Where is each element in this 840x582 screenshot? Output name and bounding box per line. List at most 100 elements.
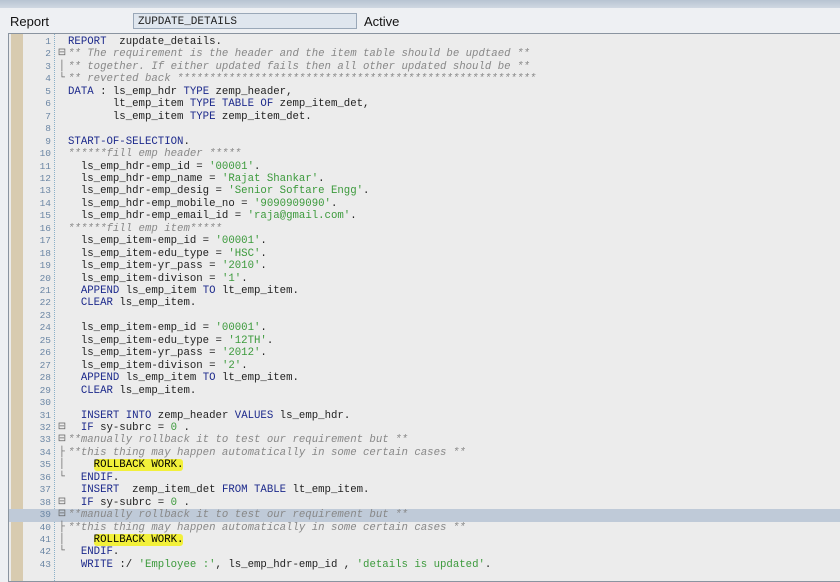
code-line[interactable]: 7 ls_emp_item TYPE zemp_item_det. xyxy=(9,111,840,123)
code-line[interactable]: 16 ******fill emp item***** xyxy=(9,223,840,235)
code-text: ls_emp_item-yr_pass = '2010'. xyxy=(68,260,267,272)
code-line[interactable]: 37 INSERT zemp_item_det FROM TABLE lt_em… xyxy=(9,484,840,496)
code-token: : ls_emp_hdr xyxy=(93,85,184,98)
line-number: 13 xyxy=(39,185,51,197)
fold-guide-icon: └ xyxy=(58,73,65,85)
code-token: ls_emp_item-edu_type = xyxy=(68,247,229,260)
code-text: ******fill emp header ***** xyxy=(68,148,241,160)
code-line[interactable]: 9 START-OF-SELECTION. xyxy=(9,136,840,148)
code-line[interactable]: 33 ⊟ **manually rollback it to test our re… xyxy=(9,434,840,446)
code-line[interactable]: 27 ls_emp_item-divison = '2'. xyxy=(9,360,840,372)
code-line[interactable]: 41 │ ROLLBACK WORK. xyxy=(9,534,840,546)
line-number: 31 xyxy=(39,409,51,421)
keyword: CLEAR xyxy=(80,297,113,310)
line-number: 8 xyxy=(45,123,51,135)
code-line[interactable]: 17 ls_emp_item-emp_id = '00001'. xyxy=(9,235,840,247)
code-line[interactable]: 10 ******fill emp header ***** xyxy=(9,148,840,160)
code-text: ENDIF. xyxy=(68,546,120,559)
line-number: 22 xyxy=(39,297,51,309)
code-line[interactable]: 3 │ ** together. If either updated fails t… xyxy=(9,61,840,73)
code-line[interactable]: 15 ls_emp_hdr-emp_email_id = 'raja@gmail… xyxy=(9,210,840,222)
code-token: . xyxy=(260,260,267,273)
code-token: . xyxy=(484,558,492,571)
line-number: 11 xyxy=(39,160,51,172)
code-line[interactable]: 36 └ ENDIF. xyxy=(9,472,840,484)
line-number: 40 xyxy=(39,521,51,533)
code-line[interactable]: 25 ls_emp_item-edu_type = '12TH'. xyxy=(9,335,840,347)
keyword: TYPE xyxy=(189,110,216,123)
code-line[interactable]: 6 lt_emp_item TYPE TABLE OF zemp_item_de… xyxy=(9,98,840,110)
code-token: . xyxy=(363,185,370,198)
fold-guide-icon: │ xyxy=(58,534,65,545)
code-text: ROLLBACK WORK. xyxy=(68,459,184,472)
code-line[interactable]: 23 xyxy=(9,310,840,322)
fold-toggle-icon[interactable]: ⊟ xyxy=(57,422,67,434)
code-line[interactable]: 4 └ ** reverted back *********************… xyxy=(9,73,840,85)
keyword: REPORT xyxy=(68,36,107,48)
fold-toggle-icon[interactable]: ⊟ xyxy=(57,497,67,509)
program-name-field[interactable]: ZUPDATE_DETAILS xyxy=(133,13,357,29)
string-literal: 'details is updated' xyxy=(356,558,485,571)
code-line[interactable]: 35 │ ROLLBACK WORK. xyxy=(9,459,840,472)
code-text: ROLLBACK WORK. xyxy=(68,534,184,546)
code-token: . xyxy=(260,322,267,335)
code-line[interactable]: 29 CLEAR ls_emp_item. xyxy=(9,385,840,397)
code-token: ls_emp_hdr-emp_mobile_no = xyxy=(68,197,254,210)
code-token: zemp_header xyxy=(151,409,235,422)
line-number: 25 xyxy=(39,334,51,346)
code-text: CLEAR ls_emp_item. xyxy=(68,297,196,309)
fold-toggle-icon[interactable]: ⊟ xyxy=(57,48,67,60)
string-literal: 'raja@gmail.com' xyxy=(247,210,351,223)
code-token: ls_emp_item xyxy=(119,372,203,385)
code-token: zemp_item_det, xyxy=(273,98,370,111)
fold-toggle-icon[interactable]: ⊟ xyxy=(57,509,67,521)
line-number: 30 xyxy=(39,397,51,409)
code-line[interactable]: 18 ls_emp_item-edu_type = 'HSC'. xyxy=(9,248,840,260)
code-line[interactable]: 2 ⊟ ** The requirement is the header and t… xyxy=(9,48,840,60)
code-line[interactable]: 28 APPEND ls_emp_item TO lt_emp_item. xyxy=(9,372,840,384)
code-line[interactable]: 31 INSERT INTO zemp_header VALUES ls_emp… xyxy=(9,410,840,422)
code-text: ls_emp_item-yr_pass = '2012'. xyxy=(68,347,267,359)
code-token: lt_emp_item xyxy=(68,98,190,111)
line-number: 14 xyxy=(39,197,51,209)
code-line[interactable]: 24 ls_emp_item-emp_id = '00001'. xyxy=(9,322,840,334)
code-line[interactable]: 34 ├ **this thing may happen automatically… xyxy=(9,447,840,459)
code-line[interactable]: 40 ├ **this thing may happen automatically… xyxy=(9,522,840,534)
code-line[interactable]: 26 ls_emp_item-yr_pass = '2012'. xyxy=(9,347,840,359)
code-line[interactable]: 42 └ ENDIF. xyxy=(9,546,840,558)
keyword: VALUES xyxy=(234,409,274,422)
code-text: INSERT zemp_item_det FROM TABLE lt_emp_i… xyxy=(68,484,370,496)
code-line[interactable]: 1 REPORT zupdate_details. xyxy=(9,36,840,48)
comment: **manually rollback it to test our requi… xyxy=(68,509,408,522)
code-line[interactable]: 5 DATA : ls_emp_hdr TYPE zemp_header, xyxy=(9,86,840,98)
code-line[interactable]: 32 ⊟ IF sy-subrc = 0 . xyxy=(9,422,840,434)
string-literal: '2' xyxy=(221,359,242,372)
code-line[interactable]: 19 ls_emp_item-yr_pass = '2010'. xyxy=(9,260,840,272)
code-editor[interactable]: 1 REPORT zupdate_details. 2 ⊟ ** The require… xyxy=(8,33,840,582)
code-line[interactable]: 38 ⊟ IF sy-subrc = 0 . xyxy=(9,497,840,509)
code-line[interactable]: 22 CLEAR ls_emp_item. xyxy=(9,297,840,309)
line-number: 43 xyxy=(39,558,51,570)
line-number: 10 xyxy=(39,148,51,160)
code-line[interactable]: 43 WRITE :/ 'Employee :', ls_emp_hdr-emp… xyxy=(9,559,840,571)
code-line[interactable]: 14 ls_emp_hdr-emp_mobile_no = '909090909… xyxy=(9,198,840,210)
code-line[interactable]: 11 ls_emp_hdr-emp_id = '00001'. xyxy=(9,161,840,173)
keyword: INSERT INTO xyxy=(80,409,152,422)
code-text: WRITE :/ 'Employee :', ls_emp_hdr-emp_id… xyxy=(68,558,492,571)
code-line[interactable]: 39 ⊟ **manually rollback it to test our re… xyxy=(9,509,840,522)
code-line[interactable]: 8 xyxy=(9,123,840,135)
code-line[interactable]: 12 ls_emp_hdr-emp_name = 'Rajat Shankar'… xyxy=(9,173,840,185)
code-line[interactable]: 30 xyxy=(9,397,840,409)
code-token: . xyxy=(330,197,338,210)
code-token: . xyxy=(112,546,120,559)
code-token: ls_emp_item xyxy=(68,110,190,123)
code-line[interactable]: 21 APPEND ls_emp_item TO lt_emp_item. xyxy=(9,285,840,297)
code-line[interactable]: 13 ls_emp_hdr-emp_desig = 'Senior Softar… xyxy=(9,185,840,197)
fold-guide-icon: └ xyxy=(58,471,65,483)
string-literal: '00001' xyxy=(215,235,261,248)
fold-toggle-icon[interactable]: ⊟ xyxy=(57,434,67,446)
code-line[interactable]: 20 ls_emp_item-divison = '1'. xyxy=(9,273,840,285)
keyword: TYPE TABLE OF xyxy=(189,98,274,111)
